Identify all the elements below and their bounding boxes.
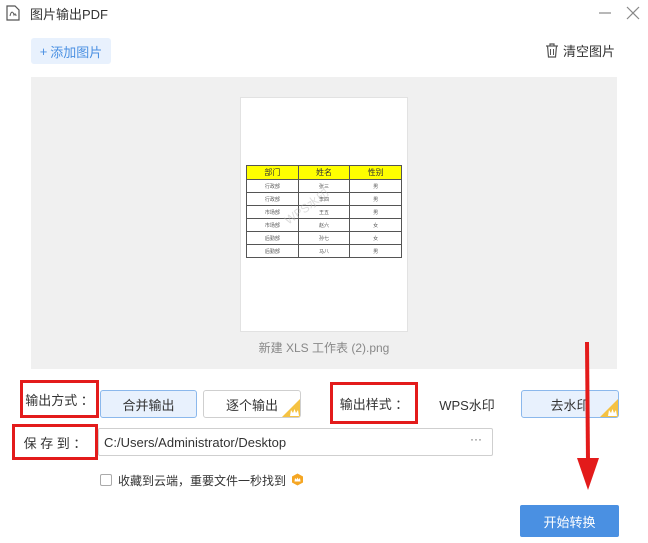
table-cell: 男 [349,205,402,219]
table-cell: 女 [349,231,402,245]
pdf-file-icon [6,5,20,21]
table-header: 性别 [349,165,402,180]
minimize-icon[interactable] [596,4,614,22]
image-thumbnail[interactable]: 部门 姓名 性别 行政部 张三 男 行政部 李四 男 市场部 王五 男 市场部 … [240,97,408,332]
preview-area: 部门 姓名 性别 行政部 张三 男 行政部 李四 男 市场部 王五 男 市场部 … [31,77,617,369]
close-icon[interactable] [624,4,642,22]
table-cell: 孙七 [297,231,351,245]
merge-output-label: 合并输出 [122,397,175,413]
table-row: 后勤部 孙七 女 [246,231,402,245]
output-style-label: 输出样式 ： [339,396,409,412]
clear-images-label: 清空图片 [563,44,616,59]
clear-images-button[interactable]: 清空图片 [545,41,615,60]
save-to-label-box: 保 存 到 ： [12,424,98,460]
thumbnail-table: 部门 姓名 性别 行政部 张三 男 行政部 李四 男 市场部 王五 男 市场部 … [246,165,402,258]
add-image-button[interactable]: + 添加图片 [31,38,111,64]
table-cell: 行政部 [246,192,299,206]
crown-icon [608,409,617,416]
table-header: 部门 [246,165,299,180]
table-cell: 行政部 [246,179,299,193]
table-row: 市场部 王五 男 [246,205,402,219]
cloud-checkbox-label: 收藏到云端，重要文件一秒找到 [118,474,287,488]
remove-watermark-button[interactable]: 去水印 [521,390,619,418]
vip-crown-icon [292,473,303,486]
title-bar: 图片输出PDF [0,0,648,26]
crown-icon [290,409,299,416]
save-to-label: 保 存 到 ： [23,435,87,451]
wps-watermark-label: WPS水印 [439,397,495,413]
table-cell: 男 [349,244,402,258]
table-cell: 后勤部 [246,231,299,245]
browse-button[interactable]: ··· [470,432,482,446]
individual-output-button[interactable]: 逐个输出 [203,390,301,418]
table-cell: 马八 [297,244,351,258]
output-style-label-box: 输出样式 ： [330,382,418,424]
add-image-label: 添加图片 [50,44,103,60]
wps-watermark-button[interactable]: WPS水印 [420,390,514,418]
table-row: 市场部 赵六 女 [246,218,402,232]
start-convert-label: 开始转换 [543,514,596,530]
table-row: 后勤部 马八 男 [246,244,402,258]
table-cell: 女 [349,218,402,232]
output-mode-label-box: 输出方式 ： [20,380,99,418]
file-name-label: 新建 XLS 工作表 (2).png [258,341,390,355]
window-title: 图片输出PDF [30,7,109,22]
table-cell: 赵六 [297,218,351,232]
table-cell: 男 [349,192,402,206]
individual-output-label: 逐个输出 [225,397,278,413]
start-convert-button[interactable]: 开始转换 [520,505,619,537]
plus-icon: + [39,43,48,59]
red-arrow-annotation [577,341,599,490]
table-cell: 后勤部 [246,244,299,258]
table-header: 姓名 [297,165,351,180]
output-mode-label: 输出方式 ： [25,392,94,408]
trash-icon [546,43,558,58]
cloud-checkbox[interactable] [100,474,112,486]
table-cell: 男 [349,179,402,193]
merge-output-button[interactable]: 合并输出 [100,390,197,418]
save-path-input[interactable] [98,428,493,456]
